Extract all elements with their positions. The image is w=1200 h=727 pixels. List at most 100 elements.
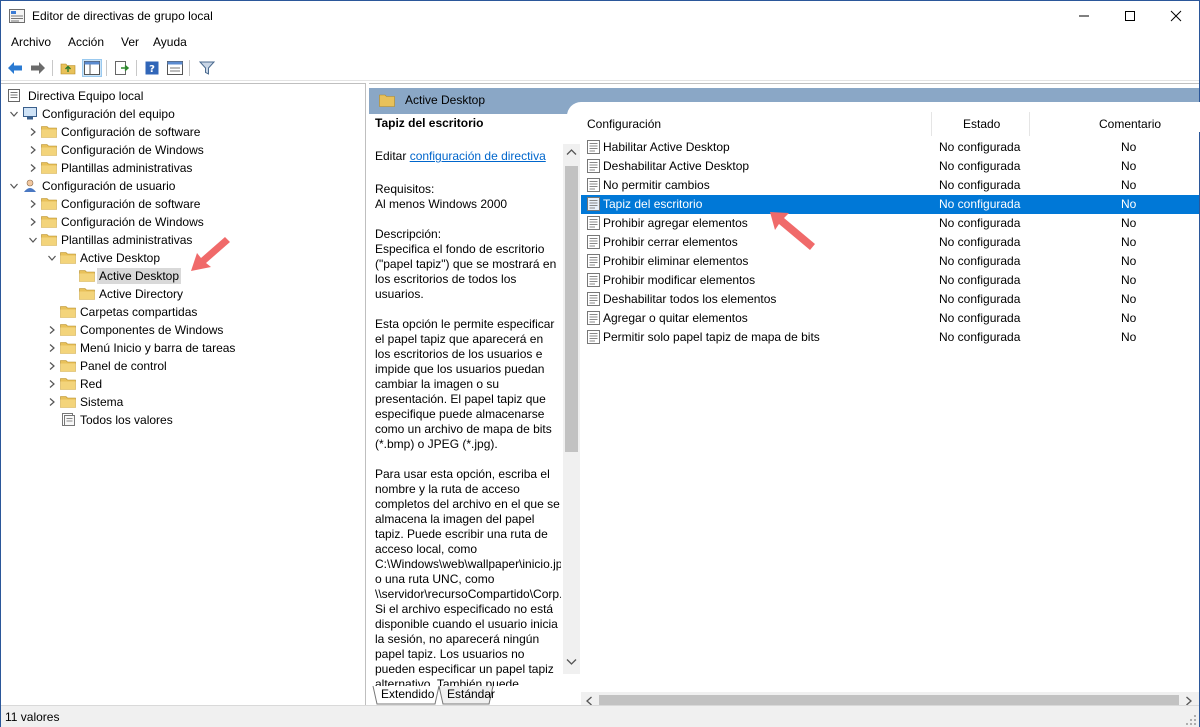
table-row[interactable]: Prohibir agregar elementos No configurada… (581, 214, 1199, 233)
tree-item[interactable]: Configuración de software (1, 123, 361, 141)
setting-comment: No (1121, 254, 1137, 268)
annotation-arrow-list (770, 212, 815, 250)
chevron-right-icon[interactable] (47, 379, 57, 389)
tree-item[interactable]: Configuración de usuario (1, 177, 361, 195)
edit-policy-link[interactable]: configuración de directiva (410, 149, 546, 163)
all-settings-icon (60, 413, 76, 426)
tree-item-label: Configuración del equipo (42, 107, 175, 121)
tree-item[interactable]: Sistema (1, 393, 361, 411)
tree-item[interactable]: Plantillas administrativas (1, 231, 361, 249)
setting-state: No configurada (939, 197, 1021, 211)
tree-item[interactable]: Menú Inicio y barra de tareas (1, 339, 361, 357)
up-folder-button[interactable] (58, 59, 78, 77)
table-row[interactable]: Agregar o quitar elementos No configurada… (581, 309, 1199, 328)
setting-name: Permitir solo papel tapiz de mapa de bit… (603, 330, 820, 344)
view-tabs: Extendido Estándar (369, 686, 581, 706)
column-divider[interactable] (1029, 112, 1030, 136)
forward-icon (31, 62, 45, 74)
description-paragraph-3: Para usar esta opción, escriba el nombre… (375, 467, 561, 686)
chevron-right-icon[interactable] (28, 127, 38, 137)
chevron-right-icon[interactable] (47, 397, 57, 407)
tree-item-label: Active Desktop (97, 268, 182, 284)
tree-item[interactable]: Todos los valores (1, 411, 361, 429)
chevron-right-icon[interactable] (47, 361, 57, 371)
tree-item-label: Configuración de usuario (42, 179, 176, 193)
filter-button[interactable] (197, 59, 217, 77)
chevron-right-icon[interactable] (47, 343, 57, 353)
status-bar: 11 valores (1, 705, 1199, 727)
chevron-down-icon[interactable] (566, 658, 577, 666)
table-row[interactable]: Habilitar Active Desktop No configurada No (581, 138, 1199, 157)
help-button[interactable]: ? (142, 59, 162, 77)
table-row[interactable]: Deshabilitar Active Desktop No configurad… (581, 157, 1199, 176)
folder-icon (379, 94, 395, 107)
tree-item[interactable]: Configuración de Windows (1, 213, 361, 231)
close-button[interactable] (1153, 1, 1199, 31)
maximize-button[interactable] (1107, 1, 1153, 31)
table-row[interactable]: Deshabilitar todos los elementos No confi… (581, 290, 1199, 309)
table-row[interactable]: Tapiz del escritorio No configurada No (581, 195, 1199, 214)
tree-item[interactable]: Carpetas compartidas (1, 303, 361, 321)
table-row[interactable]: Prohibir modificar elementos No configura… (581, 271, 1199, 290)
column-header-config[interactable]: Configuración (587, 112, 661, 136)
tree-item[interactable]: Panel de control (1, 357, 361, 375)
description-scrollbar[interactable] (563, 144, 580, 674)
setting-comment: No (1121, 273, 1137, 287)
menu-archivo[interactable]: Archivo (11, 35, 51, 49)
chevron-right-icon[interactable] (28, 199, 38, 209)
column-header-comment[interactable]: Comentario (1099, 112, 1161, 136)
resize-grip-icon[interactable] (1185, 714, 1197, 726)
menu-ayuda[interactable]: Ayuda (153, 35, 187, 49)
tree-item[interactable]: Active Directory (1, 285, 361, 303)
forward-button[interactable] (28, 59, 48, 77)
chevron-down-icon[interactable] (47, 253, 57, 263)
policy-setting-icon (587, 292, 600, 306)
back-button[interactable] (5, 59, 25, 77)
description-block: Descripción: Especifica el fondo de escri… (375, 227, 561, 302)
policy-setting-icon (587, 216, 600, 230)
chevron-right-icon[interactable] (28, 217, 38, 227)
chevron-down-icon[interactable] (9, 109, 19, 119)
tree-item-label: Configuración de Windows (61, 143, 204, 157)
setting-state: No configurada (939, 140, 1021, 154)
tree-item[interactable]: Plantillas administrativas (1, 159, 361, 177)
properties-button[interactable] (165, 59, 185, 77)
tree-item[interactable]: Active Desktop (1, 267, 361, 285)
tree-item-label: Configuración de software (61, 197, 201, 211)
menu-ver[interactable]: Ver (121, 35, 139, 49)
chevron-down-icon[interactable] (9, 181, 19, 191)
description-scroll-thumb[interactable] (565, 166, 578, 452)
tree-item[interactable]: Configuración de Windows (1, 141, 361, 159)
svg-text:?: ? (149, 64, 155, 75)
tree-item-label: Plantillas administrativas (61, 233, 193, 247)
chevron-right-icon[interactable] (28, 145, 38, 155)
tab-estandar[interactable]: Estándar (441, 686, 501, 704)
table-row[interactable]: Prohibir eliminar elementos No configurad… (581, 252, 1199, 271)
table-row[interactable]: Prohibir cerrar elementos No configurada N… (581, 233, 1199, 252)
tree-item[interactable]: Componentes de Windows (1, 321, 361, 339)
tree-item[interactable]: Red (1, 375, 361, 393)
chevron-down-icon[interactable] (28, 235, 38, 245)
show-hide-tree-button[interactable] (82, 59, 102, 77)
chevron-up-icon[interactable] (566, 148, 577, 156)
chevron-right-icon[interactable] (47, 325, 57, 335)
setting-state: No configurada (939, 159, 1021, 173)
tab-extendido[interactable]: Extendido (375, 686, 440, 704)
tree-item[interactable]: Active Desktop (1, 249, 361, 267)
minimize-button[interactable] (1061, 1, 1107, 31)
folder-icon (60, 305, 76, 318)
window-title: Editor de directivas de grupo local (32, 9, 213, 23)
column-divider[interactable] (931, 112, 932, 136)
setting-name: Tapiz del escritorio (603, 197, 703, 211)
policy-setting-icon (587, 235, 600, 249)
tree-item-label: Configuración de software (61, 125, 201, 139)
chevron-right-icon[interactable] (28, 163, 38, 173)
menu-accion[interactable]: Acción (68, 35, 104, 49)
table-row[interactable]: Permitir solo papel tapiz de mapa de bit… (581, 328, 1199, 347)
setting-comment: No (1121, 311, 1137, 325)
export-list-button[interactable] (112, 59, 132, 77)
tree-item[interactable]: Configuración del equipo (1, 105, 361, 123)
table-row[interactable]: No permitir cambios No configurada No (581, 176, 1199, 195)
column-header-state[interactable]: Estado (963, 112, 1000, 136)
tree-item[interactable]: Configuración de software (1, 195, 361, 213)
